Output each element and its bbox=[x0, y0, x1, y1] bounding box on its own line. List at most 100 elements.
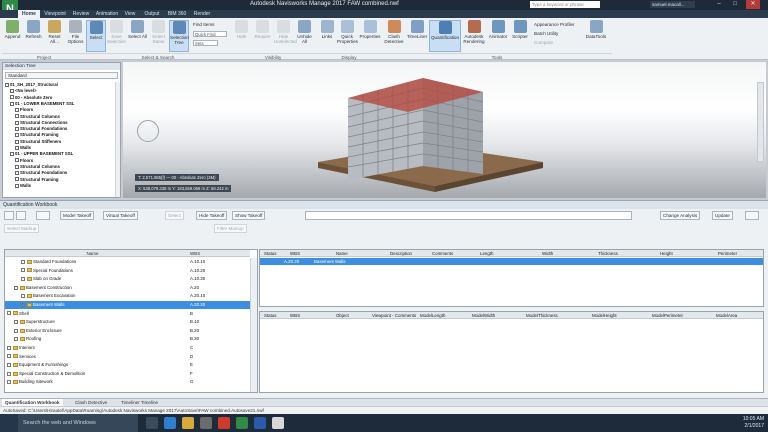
catalog-row[interactable]: Services D bbox=[5, 353, 250, 361]
animator-button[interactable]: Animator bbox=[487, 20, 509, 52]
links-button[interactable]: Links bbox=[318, 20, 336, 52]
column-header[interactable]: ModelPerimeter bbox=[652, 313, 683, 318]
expander-icon[interactable] bbox=[7, 311, 11, 316]
tree-scrollbar[interactable] bbox=[115, 82, 120, 197]
hide-unselected-button[interactable]: Hide Unselected bbox=[274, 20, 297, 52]
expander-icon[interactable] bbox=[15, 120, 19, 125]
expander-icon[interactable] bbox=[7, 354, 11, 359]
expander-icon[interactable] bbox=[10, 95, 14, 100]
column-header[interactable]: Object bbox=[336, 313, 349, 318]
chrome-icon[interactable] bbox=[272, 417, 284, 429]
expander-icon[interactable] bbox=[14, 328, 18, 333]
column-header[interactable]: Description bbox=[390, 251, 412, 256]
tab-animation[interactable]: Animation bbox=[94, 10, 120, 18]
maximize-icon[interactable]: □ bbox=[728, 0, 742, 9]
table-row[interactable]: A.20.20 Basement Walls bbox=[260, 258, 763, 265]
catalog-row[interactable]: Special Construction & Demolition F bbox=[5, 370, 250, 378]
expander-icon[interactable] bbox=[21, 268, 25, 273]
select-button[interactable]: Select bbox=[86, 20, 106, 52]
column-header[interactable]: ModelArea bbox=[716, 313, 737, 318]
hide-takeoff-button[interactable]: Hide Takeoff bbox=[196, 211, 228, 220]
column-header[interactable]: Thickness bbox=[598, 251, 618, 256]
catalog-row[interactable]: Roofing B.30 bbox=[5, 335, 250, 343]
unhide-all-button[interactable]: Unhide All bbox=[295, 20, 314, 52]
column-header-wbs[interactable]: WBS bbox=[180, 250, 250, 257]
expander-icon[interactable] bbox=[15, 126, 19, 131]
expander-icon[interactable] bbox=[21, 302, 25, 307]
tab-viewpoint[interactable]: Viewpoint bbox=[42, 10, 68, 18]
catalog-row[interactable]: Building Sitework G bbox=[5, 378, 250, 386]
reset-all-button[interactable]: Reset All... bbox=[45, 20, 64, 52]
expander-icon[interactable] bbox=[15, 177, 19, 182]
batch-utility-button[interactable]: Batch Utility bbox=[534, 31, 558, 36]
catalog-row[interactable]: Shell B bbox=[5, 310, 250, 318]
help-search-input[interactable]: Type a keyword or phrase bbox=[530, 1, 600, 8]
expander-icon[interactable] bbox=[21, 277, 25, 282]
export-icon[interactable] bbox=[745, 211, 759, 220]
catalog-row[interactable]: Interiors C bbox=[5, 344, 250, 352]
expander-icon[interactable] bbox=[7, 380, 11, 385]
task-view-icon[interactable] bbox=[146, 417, 158, 429]
virtual-takeoff-button[interactable]: Virtual Takeoff bbox=[103, 211, 138, 220]
store-icon[interactable] bbox=[200, 417, 212, 429]
hide-button[interactable]: Hide bbox=[232, 20, 251, 52]
quick-find-input[interactable]: Quick Find bbox=[193, 31, 227, 37]
model-takeoff-button[interactable]: Model Takeoff bbox=[60, 211, 95, 220]
column-header[interactable]: Width bbox=[542, 251, 553, 256]
outlook-icon[interactable] bbox=[218, 417, 230, 429]
compare-button[interactable]: Compare bbox=[534, 40, 553, 45]
filter-markup-button[interactable]: Filter Markup bbox=[214, 224, 247, 233]
windows-start-icon[interactable] bbox=[0, 414, 18, 432]
catalog-row[interactable]: Exterior Enclosure B.20 bbox=[5, 327, 250, 335]
expander-icon[interactable] bbox=[5, 82, 9, 87]
user-account[interactable]: samuel.macall... bbox=[650, 1, 695, 8]
column-header[interactable]: Length bbox=[480, 251, 493, 256]
selection-tree-button[interactable]: Selection Tree bbox=[169, 20, 189, 52]
change-analysis-button[interactable]: Change Analysis bbox=[660, 211, 701, 220]
datatools-button[interactable]: DataTools bbox=[585, 20, 607, 52]
appearance-profiler-button[interactable]: Appearance Profiler bbox=[534, 22, 575, 27]
tab-home[interactable]: Home bbox=[18, 10, 40, 18]
expander-icon[interactable] bbox=[14, 320, 18, 325]
expander-icon[interactable] bbox=[15, 145, 19, 150]
select-same-button[interactable]: Select Same bbox=[149, 20, 168, 52]
expander-icon[interactable] bbox=[10, 101, 14, 106]
catalog-row[interactable]: Superstructure B.10 bbox=[5, 318, 250, 326]
expander-icon[interactable] bbox=[15, 158, 19, 163]
refresh-button[interactable]: Refresh bbox=[24, 20, 43, 52]
expander-icon[interactable] bbox=[7, 363, 11, 368]
autodesk-rendering-button[interactable]: Autodesk Rendering bbox=[462, 20, 486, 52]
catalog-row[interactable]: Special Foundations A.10.20 bbox=[5, 267, 250, 275]
expander-icon[interactable] bbox=[7, 345, 11, 350]
update-button[interactable]: Update bbox=[712, 211, 733, 220]
new-item-icon[interactable] bbox=[36, 211, 50, 220]
select-takeoff-button[interactable]: Select bbox=[165, 211, 184, 220]
catalog-scrollbar[interactable] bbox=[250, 258, 257, 392]
properties-button[interactable]: Properties bbox=[359, 20, 381, 52]
column-header[interactable]: ModelWidth bbox=[472, 313, 495, 318]
expander-icon[interactable] bbox=[7, 371, 11, 376]
navisworks-taskbar-icon[interactable] bbox=[236, 417, 248, 429]
expander-icon[interactable] bbox=[15, 139, 19, 144]
catalog-row[interactable]: Basement Construction A.20 bbox=[5, 284, 250, 292]
column-header[interactable]: ModelThickness bbox=[526, 313, 558, 318]
column-header-name[interactable]: Name bbox=[5, 250, 180, 257]
workbook-filter-input[interactable] bbox=[305, 211, 632, 220]
close-icon[interactable]: ✕ bbox=[746, 0, 760, 9]
column-header[interactable]: WBS bbox=[290, 251, 300, 256]
tab-output[interactable]: Output bbox=[142, 10, 162, 18]
expander-icon[interactable] bbox=[10, 89, 14, 94]
append-button[interactable]: Append bbox=[3, 20, 22, 52]
viewcube-icon[interactable] bbox=[137, 120, 159, 142]
expander-icon[interactable] bbox=[15, 171, 19, 176]
navigation-bar[interactable] bbox=[757, 82, 764, 162]
3d-viewport[interactable]: T: 2,571.985(f) — 00 - Absolute Zero (3M… bbox=[123, 62, 766, 198]
quick-properties-button[interactable]: Quick Properties bbox=[337, 20, 358, 52]
tab-review[interactable]: Review bbox=[70, 10, 92, 18]
minimize-icon[interactable]: – bbox=[712, 0, 726, 9]
timeliner-button[interactable]: TimeLiner bbox=[406, 20, 428, 52]
column-header[interactable]: WBS bbox=[290, 313, 300, 318]
column-header[interactable]: Perimeter bbox=[718, 251, 737, 256]
edge-icon[interactable] bbox=[164, 417, 176, 429]
require-button[interactable]: Require bbox=[253, 20, 272, 52]
